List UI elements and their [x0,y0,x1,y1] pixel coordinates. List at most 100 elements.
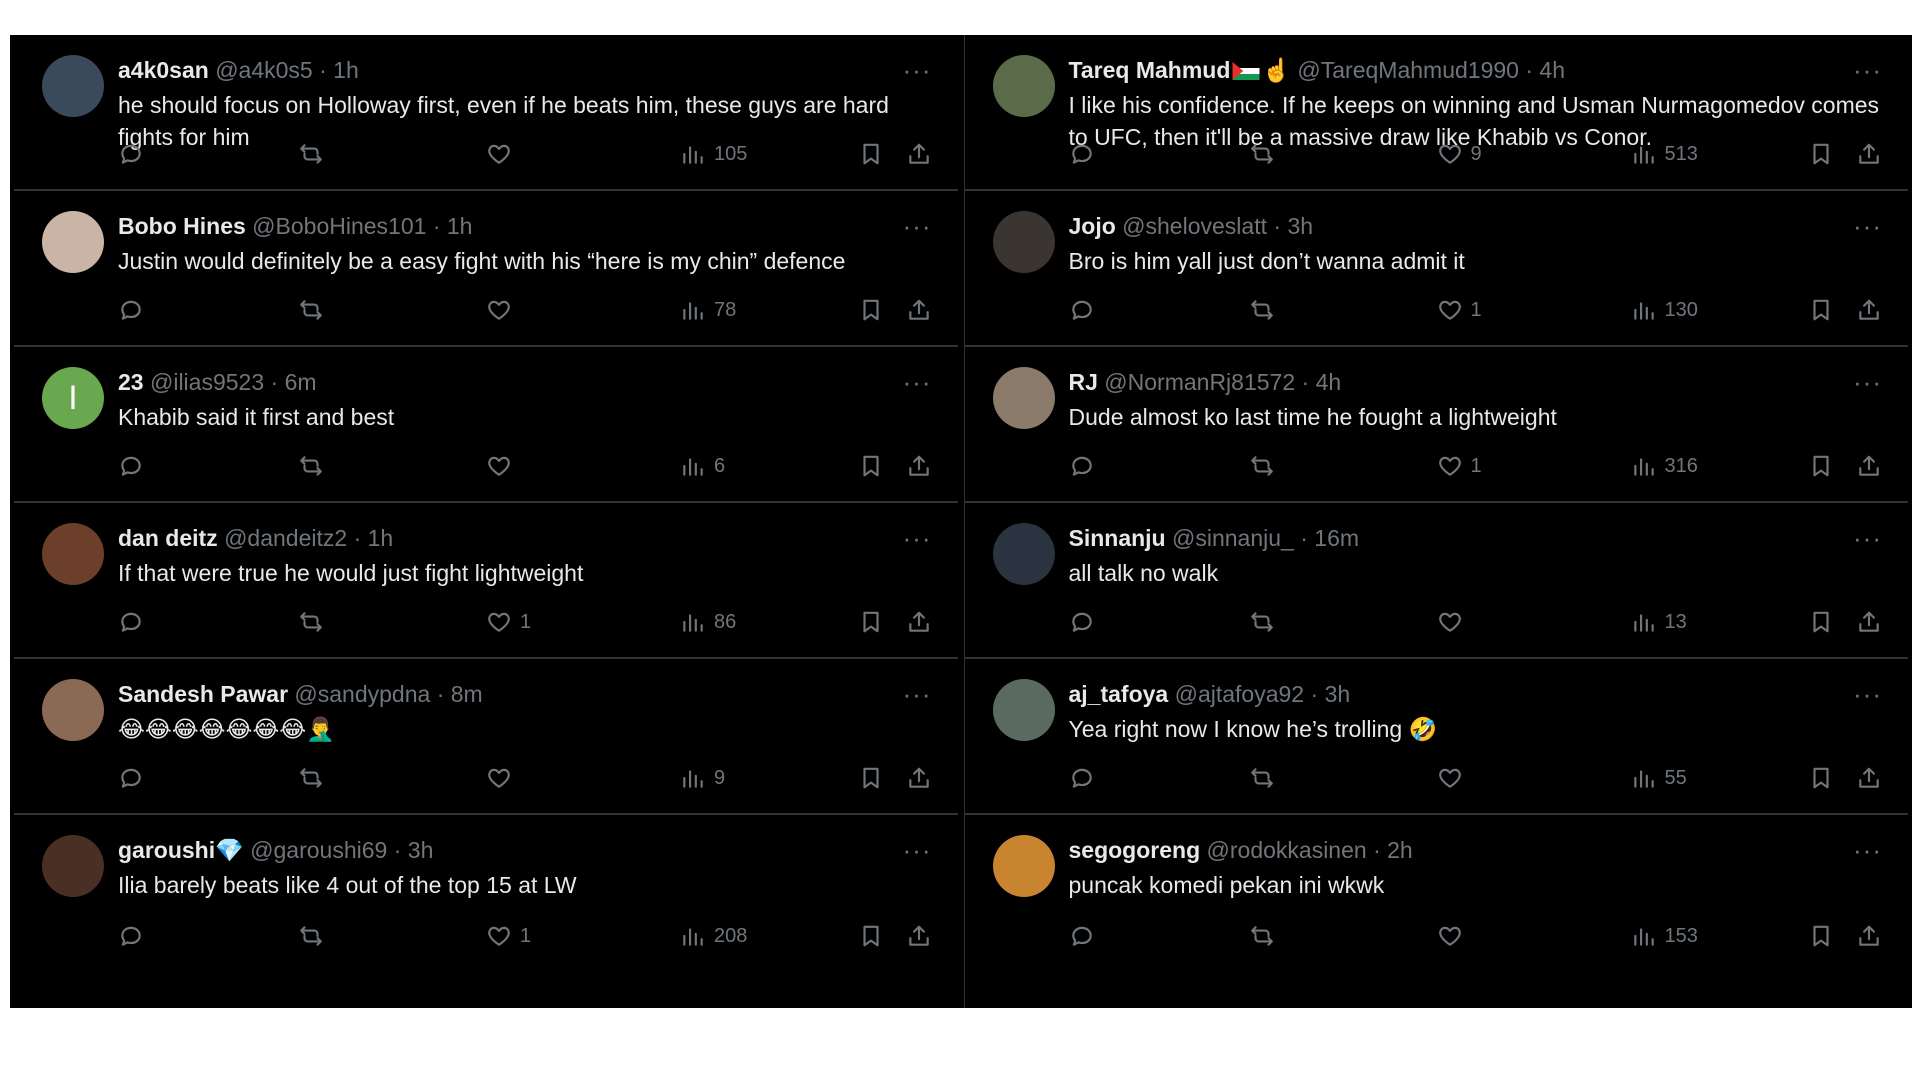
display-name[interactable]: a4k0san [118,57,209,83]
reply-button[interactable] [1069,451,1095,481]
avatar[interactable] [992,523,1055,585]
repost-button[interactable] [298,295,324,325]
bookmark-button[interactable] [858,451,884,481]
display-name[interactable]: dan deitz [118,525,218,551]
reply-button[interactable] [118,607,144,637]
avatar[interactable]: I [42,367,104,429]
avatar[interactable] [992,679,1055,741]
avatar[interactable] [992,55,1055,117]
repost-button[interactable] [1249,139,1275,169]
reply-button[interactable] [118,295,144,325]
more-icon[interactable]: ··· [903,835,932,865]
more-icon[interactable]: ··· [1853,55,1882,85]
bookmark-button[interactable] [1808,451,1834,481]
like-button[interactable]: 1 [486,921,531,951]
tweet[interactable]: Tareq Mahmud ☝️ @TareqMahmud1990 · 4h ···… [964,35,1908,191]
user-handle[interactable]: @garoushi69 [250,837,387,863]
avatar[interactable] [992,211,1055,273]
more-icon[interactable]: ··· [1853,523,1882,553]
user-handle[interactable]: @TareqMahmud1990 [1297,57,1519,83]
like-button[interactable] [1437,763,1471,793]
bookmark-button[interactable] [858,295,884,325]
views-button[interactable]: 105 [680,139,747,169]
display-name[interactable]: Sinnanju [1069,525,1166,551]
tweet[interactable]: garoushi💎 @garoushi69 · 3h ··· Ilia bare… [14,815,958,971]
like-button[interactable]: 1 [1437,295,1482,325]
repost-button[interactable] [1249,607,1275,637]
more-icon[interactable]: ··· [1853,835,1882,865]
timestamp[interactable]: 16m [1314,525,1359,551]
views-button[interactable]: 513 [1631,139,1698,169]
views-button[interactable]: 153 [1631,921,1698,951]
tweet[interactable]: dan deitz @dandeitz2 · 1h ··· If that we… [14,503,958,659]
timestamp[interactable]: 2h [1387,837,1413,863]
timestamp[interactable]: 8m [451,681,483,707]
bookmark-button[interactable] [858,139,884,169]
views-button[interactable]: 13 [1631,607,1687,637]
repost-button[interactable] [298,139,324,169]
timestamp[interactable]: 3h [1325,681,1351,707]
reply-button[interactable] [1069,607,1095,637]
bookmark-button[interactable] [858,607,884,637]
user-handle[interactable]: @sheloveslatt [1122,213,1267,239]
bookmark-button[interactable] [1808,607,1834,637]
bookmark-button[interactable] [858,921,884,951]
repost-button[interactable] [1249,451,1275,481]
like-button[interactable] [1437,921,1471,951]
like-button[interactable] [486,295,520,325]
display-name[interactable]: segogoreng [1069,837,1201,863]
tweet[interactable]: aj_tafoya @ajtafoya92 · 3h ··· Yea right… [964,659,1908,815]
timestamp[interactable]: 1h [333,57,359,83]
more-icon[interactable]: ··· [903,367,932,397]
share-button[interactable] [906,607,932,637]
like-button[interactable] [486,451,520,481]
timestamp[interactable]: 1h [447,213,473,239]
reply-button[interactable] [1069,295,1095,325]
user-handle[interactable]: @BoboHines101 [252,213,426,239]
timestamp[interactable]: 3h [1287,213,1313,239]
like-button[interactable]: 1 [1437,451,1482,481]
display-name[interactable]: Sandesh Pawar [118,681,288,707]
tweet[interactable]: Sinnanju @sinnanju_ · 16m ··· all talk n… [964,503,1908,659]
more-icon[interactable]: ··· [903,679,932,709]
share-button[interactable] [1856,139,1882,169]
avatar[interactable] [42,523,104,585]
reply-button[interactable] [1069,139,1095,169]
like-button[interactable] [1437,607,1471,637]
timestamp[interactable]: 3h [408,837,434,863]
like-button[interactable] [486,763,520,793]
bookmark-button[interactable] [858,763,884,793]
reply-button[interactable] [118,763,144,793]
tweet[interactable]: I 23 @ilias9523 · 6m ··· Khabib said it … [14,347,958,503]
views-button[interactable]: 316 [1631,451,1698,481]
repost-button[interactable] [298,763,324,793]
share-button[interactable] [906,921,932,951]
bookmark-button[interactable] [1808,921,1834,951]
repost-button[interactable] [1249,921,1275,951]
display-name[interactable]: garoushi💎 [118,837,244,863]
user-handle[interactable]: @ajtafoya92 [1175,681,1305,707]
share-button[interactable] [906,451,932,481]
reply-button[interactable] [118,139,144,169]
display-name[interactable]: Tareq Mahmud [1069,57,1231,83]
timestamp[interactable]: 1h [368,525,394,551]
share-button[interactable] [1856,763,1882,793]
avatar[interactable] [992,835,1055,897]
share-button[interactable] [906,763,932,793]
reply-button[interactable] [118,921,144,951]
bookmark-button[interactable] [1808,139,1834,169]
share-button[interactable] [1856,295,1882,325]
avatar[interactable] [992,367,1055,429]
user-handle[interactable]: @dandeitz2 [224,525,347,551]
display-name[interactable]: aj_tafoya [1069,681,1169,707]
timestamp[interactable]: 4h [1316,369,1342,395]
share-button[interactable] [906,295,932,325]
tweet[interactable]: RJ @NormanRj81572 · 4h ··· Dude almost k… [964,347,1908,503]
tweet[interactable]: Sandesh Pawar @sandypdna · 8m ··· 😂😂😂😂😂😂… [14,659,958,815]
avatar[interactable] [42,679,104,741]
more-icon[interactable]: ··· [1853,211,1882,241]
bookmark-button[interactable] [1808,763,1834,793]
user-handle[interactable]: @NormanRj81572 [1104,369,1295,395]
like-button[interactable] [486,139,520,169]
more-icon[interactable]: ··· [1853,679,1882,709]
